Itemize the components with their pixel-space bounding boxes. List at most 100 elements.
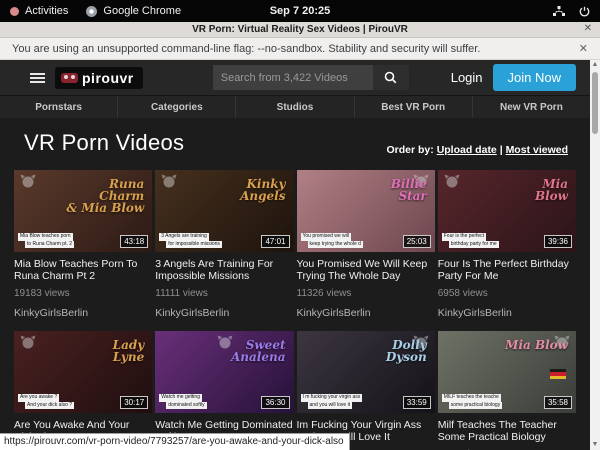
duration-badge: 35:58 (544, 396, 572, 409)
video-grid: Runa Charm & Mia Blow Mia Blow teaches p… (14, 170, 576, 450)
video-title-link[interactable]: Milf Teaches The Teacher Some Practical … (438, 419, 576, 444)
order-by-label: Order by: (387, 144, 434, 156)
vr-goggles-icon (61, 73, 78, 83)
tab-title: VR Porn: Virtual Reality Sex Videos | Pi… (192, 24, 408, 35)
thumbnail-overlay-title: Dolly Dyson (386, 339, 427, 363)
studio-watermark-icon (20, 174, 36, 193)
nav-item-new-vr-porn[interactable]: New VR Porn (472, 96, 590, 118)
video-thumbnail[interactable]: Mia Blow MILF teaches the teachesome pra… (438, 331, 576, 413)
video-views: 11326 views (297, 288, 435, 299)
video-thumbnail[interactable]: Lady Lyne Are you awake ?And your dick a… (14, 331, 152, 413)
video-card[interactable]: Kinky Angels 3 Angels are trainingfor im… (155, 170, 293, 329)
nav-item-pornstars[interactable]: Pornstars (0, 96, 117, 118)
duration-badge: 33:59 (403, 396, 431, 409)
thumbnail-caption: You promised we willkeep trying the whol… (301, 233, 363, 248)
video-title-link[interactable]: 3 Angels Are Training For Impossible Mis… (155, 258, 293, 283)
power-icon[interactable] (579, 6, 590, 17)
status-bar-url: https://pirouvr.com/vr-porn-video/779325… (0, 433, 350, 450)
order-upload-date-link[interactable]: Upload date (437, 144, 497, 156)
thumbnail-caption: Mia Blow teaches pornto Runa Charm pt. 2 (18, 233, 74, 248)
video-card[interactable]: Billie Star You promised we willkeep try… (297, 170, 435, 329)
page-scrollbar[interactable]: ▲ ▼ (590, 60, 600, 450)
thumbnail-overlay-title: Kinky Angels (240, 178, 285, 202)
thumbnail-caption: 3 Angels are trainingfor impossible miss… (159, 233, 222, 248)
tab-close-icon[interactable]: ✕ (584, 23, 592, 34)
thumbnail-caption: Four is the perfectbirthday party for me (442, 233, 499, 248)
duration-badge: 39:36 (544, 235, 572, 248)
studio-watermark-icon (444, 174, 460, 193)
thumbnail-overlay-title: Sweet Analena (231, 339, 286, 363)
main-nav: Pornstars Categories Studios Best VR Por… (0, 95, 590, 118)
browser-viewport: pirouvr Login Join Now Pornstars Categor… (0, 60, 600, 450)
video-thumbnail[interactable]: Mia Blow Four is the perfectbirthday par… (438, 170, 576, 252)
main-content: VR Porn Videos Order by: Upload date | M… (0, 130, 590, 450)
system-bar: Activities Google Chrome Sep 7 20:25 (0, 0, 600, 22)
warning-text: You are using an unsupported command-lin… (12, 43, 480, 55)
order-most-viewed-link[interactable]: Most viewed (506, 144, 568, 156)
warning-close-icon[interactable]: ✕ (579, 42, 588, 55)
thumbnail-overlay-title: Billie Star (391, 178, 427, 202)
thumbnail-overlay-title: Mia Blow (505, 339, 568, 351)
thumbnail-caption: Watch me gettingdominated softly (159, 394, 206, 409)
video-card[interactable]: Mia Blow MILF teaches the teachesome pra… (438, 331, 576, 450)
chrome-icon (86, 6, 97, 17)
video-title-link[interactable]: Mia Blow Teaches Porn To Runa Charm Pt 2 (14, 258, 152, 283)
warning-bar: You are using an unsupported command-lin… (0, 38, 600, 60)
video-thumbnail[interactable]: Sweet Analena Watch me gettingdominated … (155, 331, 293, 413)
studio-watermark-icon (161, 174, 177, 193)
app-name-label: Google Chrome (103, 5, 181, 17)
studio-link[interactable]: KinkyGirlsBerlin (14, 307, 152, 319)
video-card[interactable]: Runa Charm & Mia Blow Mia Blow teaches p… (14, 170, 152, 329)
duration-badge: 43:18 (120, 235, 148, 248)
search-icon (384, 71, 397, 84)
app-menu-button[interactable]: Google Chrome (86, 5, 181, 17)
order-separator: | (497, 144, 506, 156)
scrollbar-thumb[interactable] (592, 72, 598, 134)
order-by: Order by: Upload date | Most viewed (387, 144, 569, 156)
thumbnail-caption: Are you awake ?And your dick also ? (18, 394, 74, 409)
login-link[interactable]: Login (451, 70, 483, 85)
search-bar (213, 65, 409, 90)
menu-icon[interactable] (30, 71, 45, 85)
nav-item-best-vr-porn[interactable]: Best VR Porn (354, 96, 472, 118)
site-logo[interactable]: pirouvr (55, 67, 143, 89)
site-header: pirouvr Login Join Now (0, 60, 590, 95)
video-views: 6958 views (438, 288, 576, 299)
duration-badge: 30:17 (120, 396, 148, 409)
activities-label: Activities (25, 5, 68, 17)
video-thumbnail[interactable]: Runa Charm & Mia Blow Mia Blow teaches p… (14, 170, 152, 252)
studio-link[interactable]: KinkyGirlsBerlin (438, 307, 576, 319)
thumbnail-caption: MILF teaches the teachesome practical bi… (442, 394, 502, 409)
duration-badge: 36:30 (261, 396, 289, 409)
distro-icon (10, 7, 19, 16)
scroll-up-icon[interactable]: ▲ (590, 60, 600, 70)
video-thumbnail[interactable]: Billie Star You promised we willkeep try… (297, 170, 435, 252)
studio-link[interactable]: KinkyGirlsBerlin (155, 307, 293, 319)
video-title-link[interactable]: Four Is The Perfect Birthday Party For M… (438, 258, 576, 283)
search-input[interactable] (213, 65, 373, 90)
duration-badge: 47:01 (261, 235, 289, 248)
network-icon[interactable] (553, 6, 565, 17)
video-views: 19183 views (14, 288, 152, 299)
thumbnail-overlay-title: Mia Blow (535, 178, 568, 202)
activities-button[interactable]: Activities (10, 5, 68, 17)
join-now-button[interactable]: Join Now (493, 64, 576, 91)
video-views: 11111 views (155, 288, 293, 299)
logo-text: pirouvr (82, 70, 134, 86)
thumbnail-caption: I m fucking your virgin assand you will … (301, 394, 363, 409)
nav-item-categories[interactable]: Categories (117, 96, 235, 118)
studio-link[interactable]: KinkyGirlsBerlin (297, 307, 435, 319)
studio-watermark-icon (20, 335, 36, 354)
duration-badge: 25:03 (403, 235, 431, 248)
video-thumbnail[interactable]: Dolly Dyson I m fucking your virgin assa… (297, 331, 435, 413)
thumbnail-overlay-title: Lady Lyne (113, 339, 145, 363)
video-thumbnail[interactable]: Kinky Angels 3 Angels are trainingfor im… (155, 170, 293, 252)
video-title-link[interactable]: You Promised We Will Keep Trying The Who… (297, 258, 435, 283)
nav-item-studios[interactable]: Studios (235, 96, 353, 118)
page-title: VR Porn Videos (24, 130, 184, 156)
german-flag-icon (550, 369, 566, 379)
search-button[interactable] (373, 65, 409, 90)
scroll-down-icon[interactable]: ▼ (590, 440, 600, 450)
video-card[interactable]: Mia Blow Four is the perfectbirthday par… (438, 170, 576, 329)
browser-tab-bar: VR Porn: Virtual Reality Sex Videos | Pi… (0, 22, 600, 38)
